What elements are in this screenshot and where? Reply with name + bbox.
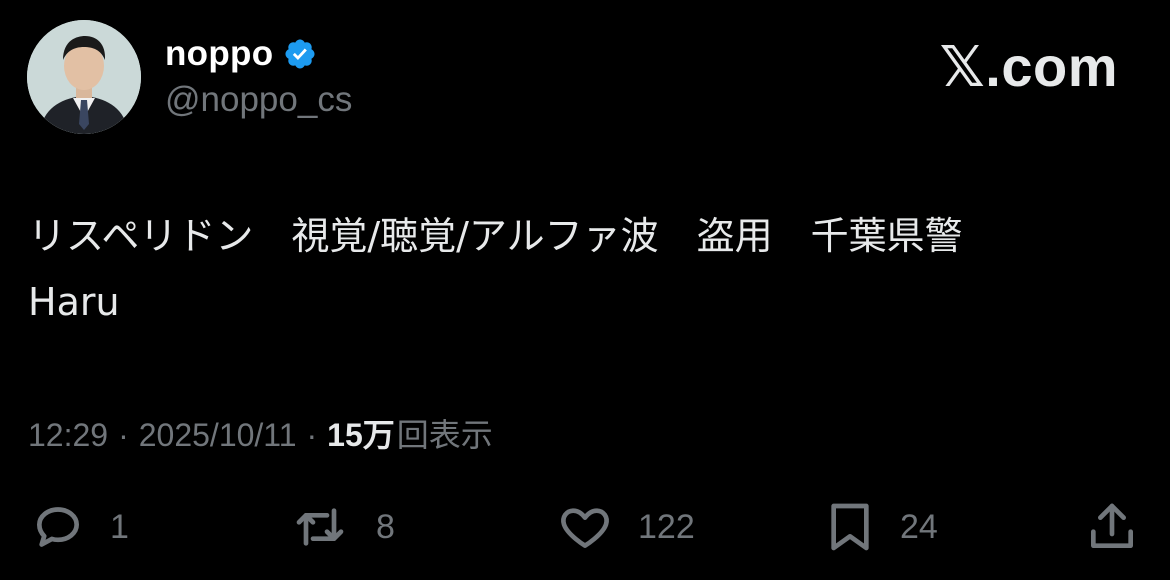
heart-icon xyxy=(561,508,609,548)
reply-button[interactable]: 1 xyxy=(28,495,129,559)
author-name-row: noppo xyxy=(165,30,317,78)
tweet-time[interactable]: 12:29 xyxy=(28,417,108,454)
bookmark-count: 24 xyxy=(900,507,938,546)
action-bar: 1 8 122 24 xyxy=(0,495,1170,559)
separator: · xyxy=(118,417,129,453)
views-count: 15万 xyxy=(327,417,395,453)
like-button[interactable]: 122 xyxy=(554,495,695,559)
reply-icon xyxy=(37,507,79,547)
share-icon xyxy=(1091,503,1133,548)
verified-badge-icon xyxy=(285,39,315,69)
avatar[interactable] xyxy=(27,20,141,134)
repost-button[interactable]: 8 xyxy=(286,495,395,559)
views-label: 回表示 xyxy=(396,417,493,453)
tweet-metadata: 12:29 · 2025/10/11 · 15万 回表示 xyxy=(28,410,493,456)
display-name[interactable]: noppo xyxy=(165,34,273,74)
bookmark-button[interactable]: 24 xyxy=(822,495,938,559)
author-handle[interactable]: @noppo_cs xyxy=(165,80,352,120)
repost-icon xyxy=(296,508,344,546)
reply-count: 1 xyxy=(110,507,129,546)
repost-count: 8 xyxy=(376,507,395,546)
tweet-date[interactable]: 2025/10/11 xyxy=(139,417,297,454)
brand-watermark: 𝕏.com xyxy=(939,35,1118,98)
tweet-text-line-1: リスペリドン 視覚/聴覚/アルファ波 盗用 千葉県警 xyxy=(28,214,963,258)
tweet-text-line-2: Haru xyxy=(28,280,120,324)
share-button[interactable] xyxy=(1084,495,1140,559)
separator: · xyxy=(306,417,318,453)
like-count: 122 xyxy=(638,507,695,546)
tweet-text: リスペリドン 視覚/聴覚/アルファ波 盗用 千葉県警 Haru xyxy=(28,203,1138,335)
bookmark-icon xyxy=(831,503,869,551)
profile-photo-icon xyxy=(27,20,141,134)
